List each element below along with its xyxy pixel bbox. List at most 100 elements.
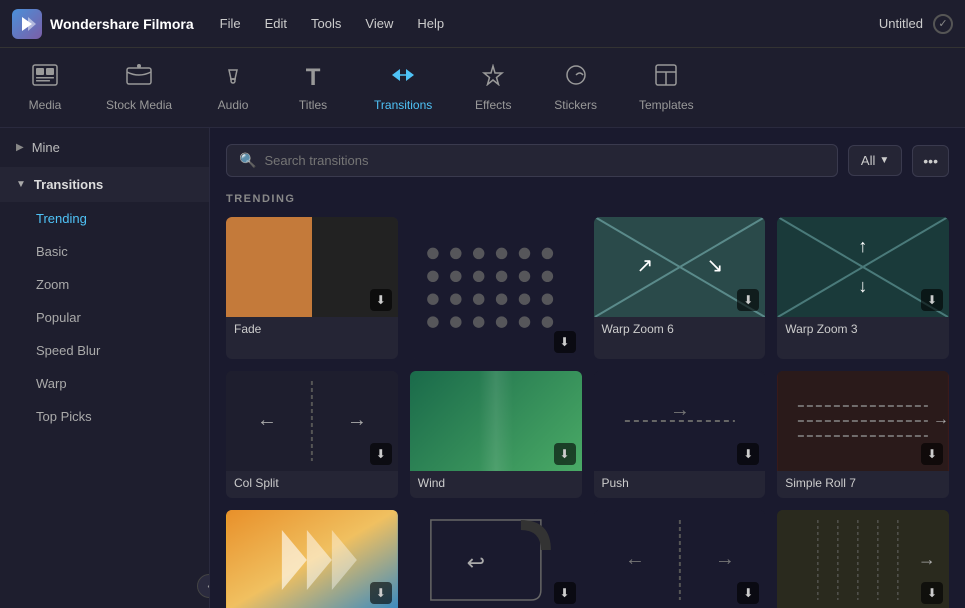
search-bar: 🔍 All ▼ ••• (226, 144, 949, 177)
sidebar-item-basic[interactable]: Basic (0, 235, 209, 268)
transition-card-linear-14[interactable]: ⬇ Linear 14 (226, 510, 398, 608)
stickers-icon (563, 64, 589, 92)
transition-label-simple-roll-7: Simple Roll 7 (777, 471, 949, 498)
tab-titles[interactable]: T Titles (278, 54, 348, 122)
download-wind-button[interactable]: ⬇ (554, 443, 576, 465)
download-colsplit-button[interactable]: ⬇ (370, 443, 392, 465)
download-pagecurl-button[interactable]: ⬇ (554, 582, 576, 604)
svg-text:→: → (347, 409, 367, 431)
app-logo-icon (12, 9, 42, 39)
download-push-button[interactable]: ⬇ (737, 443, 759, 465)
menu-file[interactable]: File (218, 12, 243, 35)
transition-card-dissolve[interactable]: ⬇ Dissolve (410, 217, 582, 359)
section-title: TRENDING (226, 193, 949, 205)
transition-label-col-split: Col Split (226, 471, 398, 498)
menu-edit[interactable]: Edit (263, 12, 289, 35)
filter-label: All (861, 153, 875, 168)
transition-card-page-curl[interactable]: ↩ ⬇ Page Curl (410, 510, 582, 608)
tab-media-label: Media (29, 98, 62, 112)
svg-text:→: → (933, 411, 949, 428)
more-dots-icon: ••• (923, 153, 938, 169)
sidebar-item-top-picks-label: Top Picks (36, 409, 92, 424)
tab-stickers[interactable]: Stickers (538, 54, 613, 122)
tab-effects[interactable]: Effects (458, 54, 528, 122)
download-fade-button[interactable]: ⬇ (370, 289, 392, 311)
transition-card-erase-slide[interactable]: ← → ⬇ Erase Slide (594, 510, 766, 608)
transitions-icon (390, 64, 416, 92)
download-erase-button[interactable]: ⬇ (921, 582, 943, 604)
top-bar: Wondershare Filmora File Edit Tools View… (0, 0, 965, 48)
sidebar-collapse-button[interactable]: ‹ (197, 574, 210, 598)
menu-tools[interactable]: Tools (309, 12, 343, 35)
tab-stock-media[interactable]: Stock Media (90, 54, 188, 122)
svg-text:↗: ↗ (636, 255, 653, 277)
sidebar-item-warp[interactable]: Warp (0, 367, 209, 400)
tab-audio[interactable]: Audio (198, 54, 268, 122)
svg-text:←: ← (257, 409, 277, 431)
transition-thumb-linear-14: ⬇ (226, 510, 398, 608)
download-eraseslide-button[interactable]: ⬇ (737, 582, 759, 604)
transition-label-warp-zoom-6: Warp Zoom 6 (594, 317, 766, 344)
transition-grid: ⬇ Fade (226, 217, 949, 608)
svg-text:↓: ↓ (859, 276, 868, 296)
svg-text:↑: ↑ (859, 236, 868, 256)
tab-audio-label: Audio (218, 98, 249, 112)
project-status-icon: ✓ (933, 14, 953, 34)
download-linear14-button[interactable]: ⬇ (370, 582, 392, 604)
transition-card-erase[interactable]: → ⬇ Erase (777, 510, 949, 608)
transition-thumb-fade: ⬇ (226, 217, 398, 317)
svg-text:↘: ↘ (706, 255, 723, 277)
sidebar-item-trending-label: Trending (36, 211, 87, 226)
templates-icon (655, 64, 677, 92)
transition-card-simple-roll-7[interactable]: → ⬇ Simple Roll 7 (777, 371, 949, 498)
tab-templates[interactable]: Templates (623, 54, 710, 122)
mine-arrow-icon: ▶ (16, 142, 24, 153)
sidebar-transitions-group[interactable]: ▼ Transitions (0, 167, 209, 202)
search-icon: 🔍 (239, 152, 256, 169)
transition-card-warp-zoom-3[interactable]: ↑ ↓ ⬇ Warp Zoom 3 (777, 217, 949, 359)
transitions-arrow-icon: ▼ (16, 179, 26, 190)
content-area: 🔍 All ▼ ••• TRENDING ⬇ Fade (210, 128, 965, 608)
transition-thumb-erase: → ⬇ (777, 510, 949, 608)
transition-thumb-push: → ⬇ (594, 371, 766, 471)
project-title: Untitled (879, 16, 923, 31)
nav-tabs: Media Stock Media Audio T Titles (0, 48, 965, 128)
transition-thumb-simple-roll-7: → ⬇ (777, 371, 949, 471)
tab-media[interactable]: Media (10, 54, 80, 122)
transition-thumb-warp-zoom-6: ↗ ↘ ⬇ (594, 217, 766, 317)
sidebar-item-zoom[interactable]: Zoom (0, 268, 209, 301)
svg-text:→: → (918, 549, 936, 569)
sidebar-item-top-picks[interactable]: Top Picks (0, 400, 209, 433)
more-options-button[interactable]: ••• (912, 145, 949, 177)
search-input[interactable] (264, 153, 824, 168)
sidebar-item-zoom-label: Zoom (36, 277, 69, 292)
tab-transitions[interactable]: Transitions (358, 54, 448, 122)
sidebar-mine-section[interactable]: ▶ Mine (0, 128, 209, 167)
download-dissolve-button[interactable]: ⬇ (554, 331, 576, 353)
download-warpzoom6-button[interactable]: ⬇ (737, 289, 759, 311)
sidebar-item-popular[interactable]: Popular (0, 301, 209, 334)
download-simpleroll7-button[interactable]: ⬇ (921, 443, 943, 465)
sidebar-item-speed-blur[interactable]: Speed Blur (0, 334, 209, 367)
main-layout: ▶ Mine ▼ Transitions Trending Basic Zoom… (0, 128, 965, 608)
sidebar-item-trending[interactable]: Trending (0, 202, 209, 235)
transition-card-push[interactable]: → ⬇ Push (594, 371, 766, 498)
transition-card-col-split[interactable]: ← → ⬇ Col Split (226, 371, 398, 498)
transition-label-push: Push (594, 471, 766, 498)
app-name: Wondershare Filmora (50, 16, 194, 32)
transition-card-wind[interactable]: ⬇ Wind (410, 371, 582, 498)
menu-help[interactable]: Help (415, 12, 446, 35)
transition-label-fade: Fade (226, 317, 398, 344)
transition-thumb-wind: ⬇ (410, 371, 582, 471)
search-input-wrapper[interactable]: 🔍 (226, 144, 838, 177)
menu-view[interactable]: View (363, 12, 395, 35)
sidebar-mine-label: Mine (32, 140, 60, 155)
filter-dropdown[interactable]: All ▼ (848, 145, 902, 176)
sidebar: ▶ Mine ▼ Transitions Trending Basic Zoom… (0, 128, 210, 608)
transition-card-fade[interactable]: ⬇ Fade (226, 217, 398, 359)
sidebar-transitions-label: Transitions (34, 177, 103, 192)
stock-media-icon (126, 64, 152, 92)
transition-card-warp-zoom-6[interactable]: ↗ ↘ ⬇ Warp Zoom 6 (594, 217, 766, 359)
tab-transitions-label: Transitions (374, 98, 432, 112)
download-warpzoom3-button[interactable]: ⬇ (921, 289, 943, 311)
